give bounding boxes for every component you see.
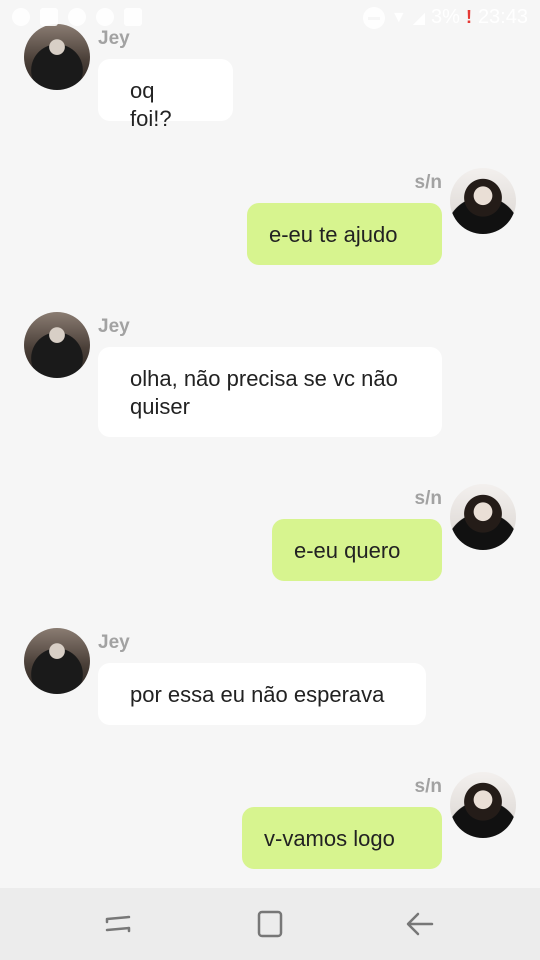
battery-percent: 3% (431, 6, 460, 28)
system-icons: ▼ ◢ 3% ! 23:43 (362, 6, 528, 29)
signal-icon: ◢ (412, 9, 426, 27)
message-bubble-outgoing[interactable]: e-eu quero (272, 519, 442, 581)
do-not-disturb-icon (362, 6, 385, 29)
avatar-sn[interactable] (450, 772, 516, 838)
sender-name: Jey (98, 316, 130, 337)
sender-name: s/n (414, 776, 442, 797)
settings-icon (96, 8, 114, 26)
battery-alert-icon: ! (465, 7, 472, 27)
recent-apps-icon (105, 915, 131, 933)
navigation-bar (0, 888, 540, 960)
sender-name: Jey (98, 632, 130, 653)
message-text: v-vamos logo (264, 826, 395, 851)
avatar-jey[interactable] (24, 628, 90, 694)
message-bubble-outgoing[interactable]: e-eu te ajudo (247, 203, 442, 265)
message-text: olha, não precisa se vc não quiser (130, 366, 398, 419)
back-arrow-icon (406, 912, 434, 936)
message-bubble-incoming[interactable]: por essa eu não esperava (98, 663, 426, 725)
sender-name: s/n (414, 488, 442, 509)
sender-name: s/n (414, 172, 442, 193)
chat-icon (68, 8, 86, 26)
message-bubble-incoming[interactable]: olha, não precisa se vc não quiser (98, 347, 442, 437)
clipboard-icon (40, 8, 58, 26)
avatar-sn[interactable] (450, 168, 516, 234)
message-text: oq foi!? (130, 78, 172, 131)
home-button[interactable] (250, 908, 290, 940)
message-bubble-incoming[interactable]: oq foi!? (98, 59, 233, 131)
message-text: e-eu te ajudo (269, 222, 398, 247)
recent-apps-button[interactable] (98, 908, 138, 940)
avatar-jey[interactable] (24, 312, 90, 378)
message-bubble-outgoing[interactable]: v-vamos logo (242, 807, 442, 869)
status-bar: ▼ ◢ 3% ! 23:43 (0, 0, 540, 36)
clock: 23:43 (477, 6, 528, 28)
back-button[interactable] (400, 908, 440, 940)
wifi-icon: ▼ (390, 8, 407, 26)
message-text: e-eu quero (294, 538, 401, 563)
image-icon (124, 8, 142, 26)
whatsapp-icon (12, 8, 30, 26)
home-icon (257, 910, 283, 938)
avatar-sn[interactable] (450, 484, 516, 550)
notification-icons (12, 8, 142, 26)
message-text: por essa eu não esperava (130, 682, 385, 707)
